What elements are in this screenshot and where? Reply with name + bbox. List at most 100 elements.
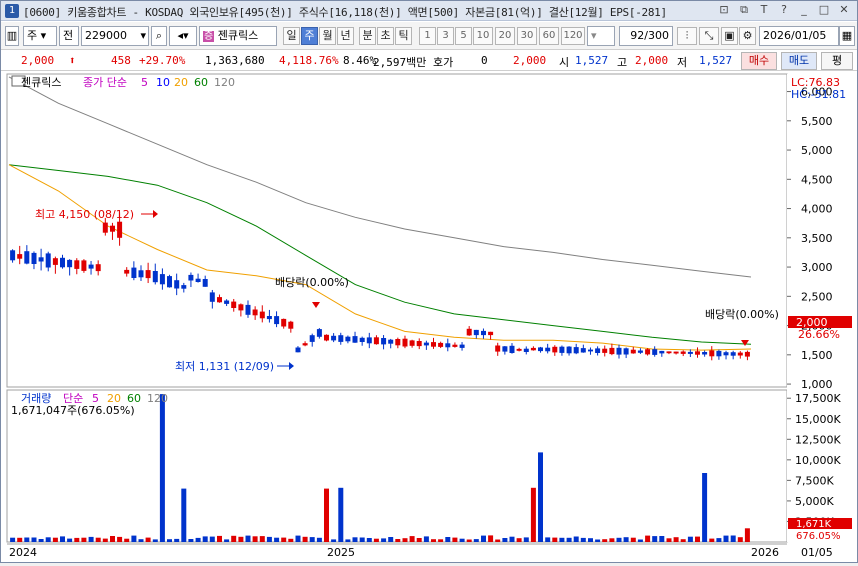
interval-120[interactable]: 120 — [561, 27, 585, 45]
volume-bar — [188, 539, 194, 542]
tab-second[interactable]: 초 — [377, 27, 394, 45]
calendar-icon[interactable]: ▦ — [839, 26, 855, 46]
tab-tick[interactable]: 틱 — [395, 27, 412, 45]
tab-month[interactable]: 월 — [319, 27, 336, 45]
interval-30[interactable]: 30 — [517, 27, 537, 45]
candle-body — [195, 278, 201, 282]
candle-body — [174, 280, 180, 289]
candle-settings-icon[interactable]: ⫶ — [677, 27, 697, 45]
stock-name-field[interactable]: 증 젠큐릭스 — [199, 26, 277, 46]
candle-body — [523, 348, 529, 352]
date-input[interactable]: 2026/01/05 — [759, 26, 839, 46]
volume-bar — [438, 539, 444, 542]
interval-20[interactable]: 20 — [495, 27, 515, 45]
candle-body — [552, 346, 558, 353]
volume-bar — [423, 536, 429, 542]
candle-body — [309, 335, 315, 342]
legend-stock-name: 젠큐릭스 — [21, 76, 61, 89]
candle-body — [716, 350, 722, 357]
candle-body — [295, 347, 301, 353]
high-note: 최고 4,150 (08/12) — [35, 208, 134, 221]
candle-body — [217, 297, 222, 303]
candle-body — [573, 347, 579, 354]
volume-bar — [445, 537, 451, 542]
stock-flag-icon: 증 — [203, 31, 215, 42]
chart-area[interactable]: 6,000 5,500 5,000 4,500 4,000 3,500 3,000 2,500… — [1, 72, 857, 563]
candle-body — [138, 270, 144, 278]
candle-body — [388, 339, 394, 344]
candle-body — [88, 264, 94, 269]
candle-body — [445, 343, 451, 348]
volume-bar — [466, 539, 472, 542]
candle-body — [188, 274, 194, 281]
legend-series-label: 종가 단순 — [83, 76, 127, 89]
legend-ma60: 60 — [194, 76, 208, 89]
buy-button[interactable]: 매수 — [741, 52, 777, 70]
candle-body — [481, 330, 486, 336]
title-bar: 1 [0600] 키움종합차트 - KOSDAQ 외국인보유[495(천)] 주… — [1, 1, 857, 21]
interval-10[interactable]: 10 — [473, 27, 493, 45]
dividend-note-2: 배당락(0.00%) — [705, 308, 779, 321]
volume-bar — [459, 538, 465, 542]
volume-bar — [509, 536, 515, 542]
stock-chart[interactable]: 6,0005,5005,0004,5004,0003,5003,0002,500… — [1, 72, 857, 563]
volume-bar — [588, 538, 593, 542]
font-icon[interactable]: T — [757, 3, 771, 17]
volume-bar — [245, 535, 251, 542]
volume-pct: 4,118.76% — [279, 54, 339, 67]
up-arrow-icon: ⬆ — [69, 54, 76, 67]
volume-bar — [381, 538, 387, 542]
close-button[interactable]: ✕ — [837, 3, 851, 17]
search-icon[interactable]: ⌕ — [151, 26, 167, 46]
stock-code-input[interactable]: 229000 ▾ — [81, 26, 149, 46]
candle-body — [588, 349, 593, 352]
volume-bar — [74, 537, 80, 542]
candle-body — [159, 274, 165, 285]
link-icon[interactable]: ⊡ — [717, 3, 731, 17]
candle-body — [416, 341, 422, 347]
scope-select[interactable]: 전 — [59, 26, 79, 46]
count-field[interactable]: 92/300 — [619, 26, 673, 46]
help-icon[interactable]: ? — [777, 3, 791, 17]
speaker-icon[interactable]: ◂▾ — [169, 26, 197, 46]
line-tool-icon[interactable]: ⤡ — [699, 27, 719, 45]
minimize-button[interactable]: _ — [797, 3, 811, 17]
volume-bar — [295, 535, 301, 542]
interval-60[interactable]: 60 — [539, 27, 559, 45]
candle-body — [259, 311, 265, 319]
candle-body — [145, 270, 151, 279]
eval-button[interactable]: 평 — [821, 52, 853, 70]
price-tick-label: 3,500 — [801, 232, 833, 245]
volume-bar — [595, 539, 601, 542]
interval-5[interactable]: 5 — [455, 27, 472, 45]
volume-bar — [730, 535, 736, 542]
volume-bar — [545, 537, 551, 542]
maximize-button[interactable]: □ — [817, 3, 831, 17]
candle-body — [730, 352, 736, 356]
volume-bar — [238, 536, 244, 542]
interval-dropdown[interactable]: ▾ — [587, 26, 615, 46]
restore-layout-icon[interactable]: ⧉ — [737, 3, 751, 17]
tab-day[interactable]: 일 — [283, 27, 300, 45]
tab-year[interactable]: 년 — [337, 27, 354, 45]
volume-bar — [744, 528, 750, 542]
volume-bar — [145, 537, 151, 542]
gear-icon[interactable]: ⚙ — [739, 27, 756, 45]
interval-3[interactable]: 3 — [437, 27, 454, 45]
save-icon[interactable]: ▣ — [721, 27, 738, 45]
candle-body — [695, 351, 700, 355]
candle-body — [659, 350, 665, 354]
interval-1[interactable]: 1 — [419, 27, 436, 45]
volume-tick-label: 5,000K — [795, 495, 834, 508]
volume-bar — [359, 537, 365, 542]
sell-button[interactable]: 매도 — [781, 52, 817, 70]
price-change-pct: +29.70% — [139, 54, 186, 67]
volume-tick-label: 10,000K — [795, 454, 841, 467]
candle-body — [67, 259, 73, 268]
x-label-2026: 2026 — [751, 546, 779, 559]
tab-week[interactable]: 주 — [301, 27, 318, 45]
tab-minute[interactable]: 분 — [359, 27, 376, 45]
volume-bar — [281, 537, 287, 542]
chart-type-icon[interactable]: ▥ — [5, 26, 19, 46]
market-select[interactable]: 주 ▾ — [23, 26, 57, 46]
